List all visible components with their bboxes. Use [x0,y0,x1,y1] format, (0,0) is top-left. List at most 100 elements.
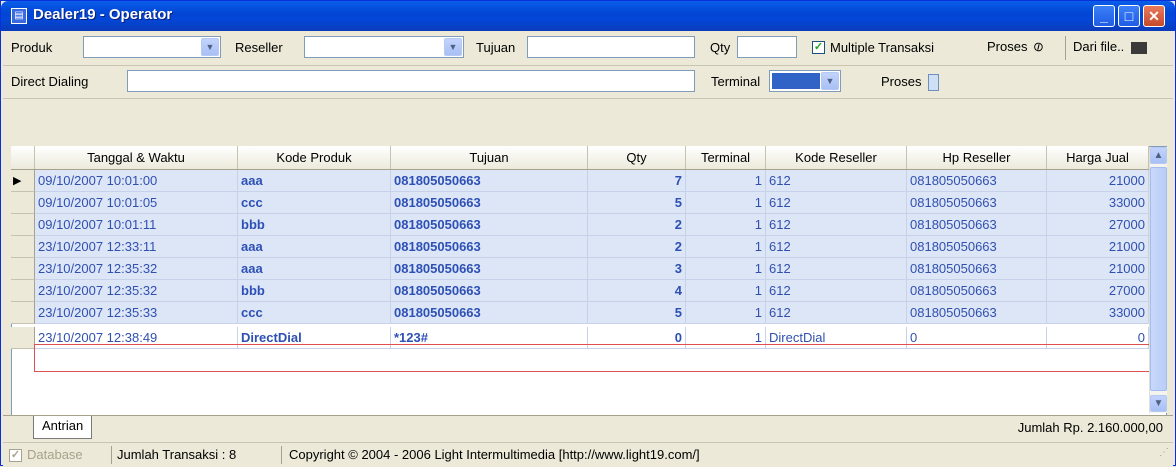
table-cell[interactable]: 1 [686,302,766,324]
table-cell[interactable]: bbb [238,280,391,302]
table-cell[interactable]: 081805050663 [907,236,1047,258]
table-row[interactable]: 23/10/2007 12:35:32 bbb 081805050663 4 1 612 0… [11,280,1149,302]
column-header[interactable]: Terminal [686,146,766,169]
direct-proses-button[interactable]: Proses [881,74,940,92]
column-header[interactable]: Qty [588,146,686,169]
title-bar[interactable]: ▤ Dealer19 - Operator _ □ ✕ [1,1,1175,31]
column-header[interactable]: Kode Reseller [766,146,907,169]
scroll-down-icon[interactable]: ▼ [1150,395,1167,412]
produk-combo[interactable]: ▼ [83,36,221,58]
table-cell[interactable]: 3 [588,258,686,280]
table-cell[interactable]: 27000 [1047,280,1149,302]
maximize-button[interactable]: □ [1118,5,1140,27]
table-cell[interactable]: 21000 [1047,258,1149,280]
table-cell[interactable]: 081805050663 [907,302,1047,324]
table-cell[interactable]: 081805050663 [391,192,588,214]
tujuan-input[interactable] [527,36,695,58]
table-cell[interactable]: 27000 [1047,214,1149,236]
table-cell[interactable]: 33000 [1047,302,1149,324]
table-cell[interactable]: 081805050663 [907,214,1047,236]
table-cell[interactable]: aaa [238,170,391,192]
table-cell[interactable]: 612 [766,280,907,302]
table-cell[interactable]: 23/10/2007 12:33:11 [35,236,238,258]
table-cell[interactable]: 2 [588,214,686,236]
tujuan-label: Tujuan [476,40,516,55]
table-cell[interactable]: 21000 [1047,236,1149,258]
proses-button[interactable]: Proses ⊘ [987,37,1047,55]
table-cell[interactable]: 33000 [1047,192,1149,214]
table-row[interactable]: 09/10/2007 10:01:05 ccc 081805050663 5 1 612 0… [11,192,1149,214]
table-cell[interactable]: 09/10/2007 10:01:00 [35,170,238,192]
table-cell[interactable]: 5 [588,192,686,214]
table-cell[interactable]: bbb [238,214,391,236]
table-cell[interactable]: 081805050663 [907,192,1047,214]
table-cell[interactable]: aaa [238,258,391,280]
table-cell[interactable]: 081805050663 [907,280,1047,302]
table-cell[interactable]: 612 [766,258,907,280]
tab-antrian[interactable]: Antrian [33,416,93,439]
table-cell[interactable]: 2 [588,236,686,258]
column-header[interactable]: Hp Reseller [907,146,1047,169]
column-header[interactable]: Tujuan [391,146,588,169]
database-label: Database [27,447,83,462]
table-cell[interactable]: 09/10/2007 10:01:05 [35,192,238,214]
proses-label: Proses [987,39,1028,54]
minimize-button[interactable]: _ [1093,5,1115,27]
table-cell[interactable]: 612 [766,214,907,236]
table-cell[interactable]: ccc [238,302,391,324]
table-cell[interactable]: 081805050663 [391,236,588,258]
scroll-up-icon[interactable]: ▲ [1150,147,1167,164]
table-cell[interactable]: 23/10/2007 12:35:32 [35,280,238,302]
close-button[interactable]: ✕ [1143,5,1165,27]
table-row[interactable]: 23/10/2007 12:33:11 aaa 081805050663 2 1 612 0… [11,236,1149,258]
table-cell[interactable]: 23/10/2007 12:35:33 [35,302,238,324]
chevron-down-icon[interactable]: ▼ [444,38,462,56]
table-cell[interactable]: 1 [686,214,766,236]
table-cell[interactable]: 21000 [1047,170,1149,192]
table-cell[interactable]: 081805050663 [907,258,1047,280]
table-row[interactable]: 23/10/2007 12:35:32 aaa 081805050663 3 1 612 0… [11,258,1149,280]
column-header[interactable]: Harga Jual [1047,146,1149,169]
table-cell[interactable]: 7 [588,170,686,192]
table-cell[interactable]: 612 [766,236,907,258]
window-icon[interactable]: ▤ [11,8,27,24]
database-checkbox[interactable]: ✓ [9,449,22,462]
table-cell[interactable]: 1 [686,236,766,258]
table-row[interactable]: 09/10/2007 10:01:00 aaa 081805050663 7 1 612 0… [11,170,1149,192]
table-cell[interactable]: aaa [238,236,391,258]
dari-file-button[interactable]: Dari file.. [1073,39,1147,54]
table-cell[interactable]: 081805050663 [391,170,588,192]
vertical-scrollbar[interactable]: ▲ ▼ [1149,147,1167,413]
table-cell[interactable]: 1 [686,258,766,280]
chevron-down-icon[interactable]: ▼ [201,38,219,56]
terminal-combo[interactable]: ▼ [769,70,841,92]
table-cell[interactable]: 081805050663 [391,280,588,302]
table-cell[interactable]: 612 [766,302,907,324]
table-cell[interactable]: 081805050663 [391,258,588,280]
table-cell[interactable]: ccc [238,192,391,214]
table-cell[interactable]: 5 [588,302,686,324]
table-cell[interactable]: 1 [686,192,766,214]
resize-grip-icon[interactable]: ⋰ [1159,447,1169,458]
column-header[interactable]: Kode Produk [238,146,391,169]
scroll-thumb[interactable] [1150,167,1167,391]
table-cell[interactable]: 09/10/2007 10:01:11 [35,214,238,236]
chevron-down-icon[interactable]: ▼ [821,72,839,90]
table-cell[interactable]: 612 [766,170,907,192]
direct-dialing-input[interactable] [127,70,695,92]
table-cell[interactable]: 081805050663 [907,170,1047,192]
reseller-combo[interactable]: ▼ [304,36,464,58]
table-row[interactable]: 23/10/2007 12:35:33 ccc 081805050663 5 1 612 0… [11,302,1149,324]
qty-input[interactable] [737,36,797,58]
multiple-transaksi-checkbox[interactable]: ✓ [812,41,825,54]
table-cell[interactable]: 1 [686,170,766,192]
table-cell[interactable]: 612 [766,192,907,214]
table-cell[interactable]: 4 [588,280,686,302]
table-cell[interactable]: 1 [686,280,766,302]
column-header[interactable]: Tanggal & Waktu [35,146,238,169]
table-cell[interactable]: 081805050663 [391,214,588,236]
table-row[interactable]: 09/10/2007 10:01:11 bbb 081805050663 2 1 612 0… [11,214,1149,236]
table-cell[interactable]: 081805050663 [391,302,588,324]
table-cell[interactable]: 23/10/2007 12:35:32 [35,258,238,280]
jumlah-total: Jumlah Rp. 2.160.000,00 [1017,420,1163,435]
